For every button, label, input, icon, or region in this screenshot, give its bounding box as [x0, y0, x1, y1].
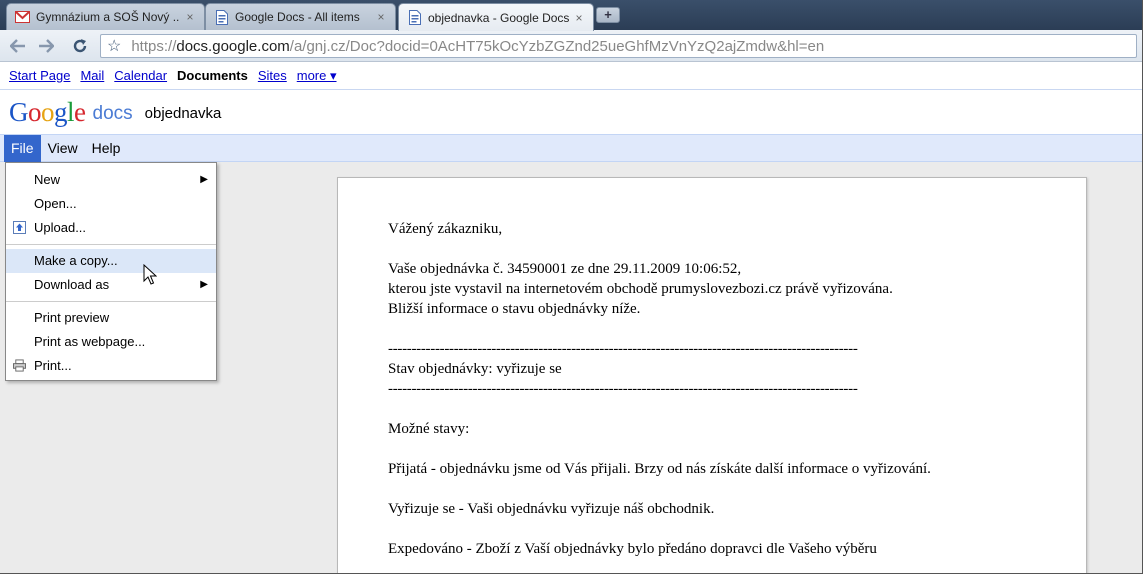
menu-item-label: Make a copy... — [34, 253, 118, 268]
browser-toolbar: ☆ https://docs.google.com/a/gnj.cz/Doc?d… — [0, 30, 1143, 62]
document-page[interactable]: Vážený zákazniku, Vaše objednávka č. 345… — [337, 177, 1087, 574]
mouse-cursor-icon — [143, 264, 157, 285]
menu-item-print[interactable]: Print... — [6, 354, 216, 378]
menu-help[interactable]: Help — [85, 135, 128, 162]
back-button[interactable] — [6, 34, 30, 58]
url-host: docs.google.com — [176, 37, 290, 55]
forward-arrow-icon — [39, 39, 54, 53]
menu-item-download-as[interactable]: Download as ▶ — [6, 273, 216, 297]
printer-icon — [13, 359, 26, 372]
gbar-link-sites[interactable]: Sites — [258, 68, 287, 83]
doc-line: Vyřizuje se - Vaši objednávku vyřizuje n… — [388, 501, 715, 517]
bookmark-star-icon[interactable]: ☆ — [107, 36, 121, 56]
menu-item-new[interactable]: New ▶ — [6, 168, 216, 192]
document-title[interactable]: objednavka — [145, 105, 222, 122]
upload-icon — [13, 221, 26, 234]
back-arrow-icon — [10, 39, 25, 53]
gbar-current-documents: Documents — [177, 68, 248, 83]
address-bar[interactable]: ☆ https://docs.google.com/a/gnj.cz/Doc?d… — [100, 34, 1137, 58]
menu-separator — [6, 301, 216, 302]
tab-strip: Gymnázium a SOŠ Nový ... × Google Docs -… — [0, 0, 1143, 31]
tab-gmail[interactable]: Gymnázium a SOŠ Nový ... × — [6, 3, 205, 30]
tab-objednavka[interactable]: objednavka - Google Docs × — [398, 3, 594, 31]
menu-item-make-a-copy[interactable]: Make a copy... — [6, 249, 216, 273]
menu-item-label: Download as — [34, 277, 110, 292]
tab-docs-all-items[interactable]: Google Docs - All items × — [205, 3, 396, 30]
docs-product-label: docs — [92, 102, 133, 124]
new-tab-button[interactable]: + — [596, 7, 620, 23]
doc-line: Bližší informace o stavu objednávky níže… — [388, 301, 641, 317]
tab-title: Gymnázium a SOŠ Nový ... — [36, 10, 180, 24]
gbar-link-start-page[interactable]: Start Page — [9, 68, 70, 83]
reload-button[interactable] — [68, 34, 92, 58]
menu-view[interactable]: View — [41, 135, 85, 162]
docs-icon — [214, 9, 229, 25]
menu-item-label: Print... — [34, 358, 72, 373]
docs-icon — [407, 10, 422, 25]
menu-item-label: New — [34, 172, 61, 187]
doc-separator: ----------------------------------------… — [388, 381, 858, 397]
docs-menubar: File View Help — [0, 134, 1143, 162]
tab-title: objednavka - Google Docs — [428, 10, 569, 25]
doc-line: Vážený zákazniku, — [388, 221, 503, 237]
close-tab-icon[interactable]: × — [375, 10, 387, 24]
menu-item-label: Print preview — [34, 310, 110, 325]
submenu-arrow-icon: ▶ — [200, 279, 208, 290]
doc-line: Stav objednávky: vyřizuje se — [388, 361, 562, 377]
gmail-icon — [15, 10, 30, 25]
close-tab-icon[interactable]: × — [184, 10, 196, 24]
browser-window: Gymnázium a SOŠ Nový ... × Google Docs -… — [0, 0, 1143, 574]
doc-line: kterou jste vystavil na internetovém obc… — [388, 281, 893, 297]
menu-item-upload[interactable]: Upload... — [6, 216, 216, 240]
url-path: /a/gnj.cz/Doc?docid=0AcHT75kOcYzbZGZnd25… — [289, 37, 825, 55]
menu-item-label: Open... — [34, 196, 77, 211]
menu-item-open[interactable]: Open... — [6, 192, 216, 216]
forward-button[interactable] — [34, 34, 58, 58]
menu-item-print-preview[interactable]: Print preview — [6, 306, 216, 330]
reload-icon — [73, 39, 87, 53]
url-scheme: https:// — [131, 37, 177, 55]
google-logo[interactable]: Google — [9, 97, 86, 128]
doc-line: Možné stavy: — [388, 421, 470, 437]
doc-separator: ----------------------------------------… — [388, 341, 858, 357]
gbar-link-mail[interactable]: Mail — [80, 68, 104, 83]
menu-item-label: Print as webpage... — [34, 334, 146, 349]
google-bar: Start Page Mail Calendar Documents Sites… — [0, 62, 1143, 90]
file-menu-dropdown: New ▶ Open... Upload... Make a copy... D… — [5, 162, 217, 381]
gbar-more-link[interactable]: more ▾ — [297, 68, 337, 84]
menu-separator — [6, 244, 216, 245]
tab-title: Google Docs - All items — [235, 10, 360, 24]
submenu-arrow-icon: ▶ — [200, 174, 208, 185]
doc-line: Expedováno - Zboží z Vaší objednávky byl… — [388, 541, 877, 557]
menu-file[interactable]: File — [4, 134, 41, 162]
menu-item-print-as-webpage[interactable]: Print as webpage... — [6, 330, 216, 354]
close-tab-icon[interactable]: × — [573, 11, 585, 25]
menu-item-label: Upload... — [34, 220, 87, 235]
doc-line: Přijatá - objednávku jsme od Vás přijali… — [388, 461, 931, 477]
docs-header: Google docs objednavka — [0, 90, 1143, 134]
doc-line: Vaše objednávka č. 34590001 ze dne 29.11… — [388, 261, 742, 277]
gbar-link-calendar[interactable]: Calendar — [114, 68, 167, 83]
